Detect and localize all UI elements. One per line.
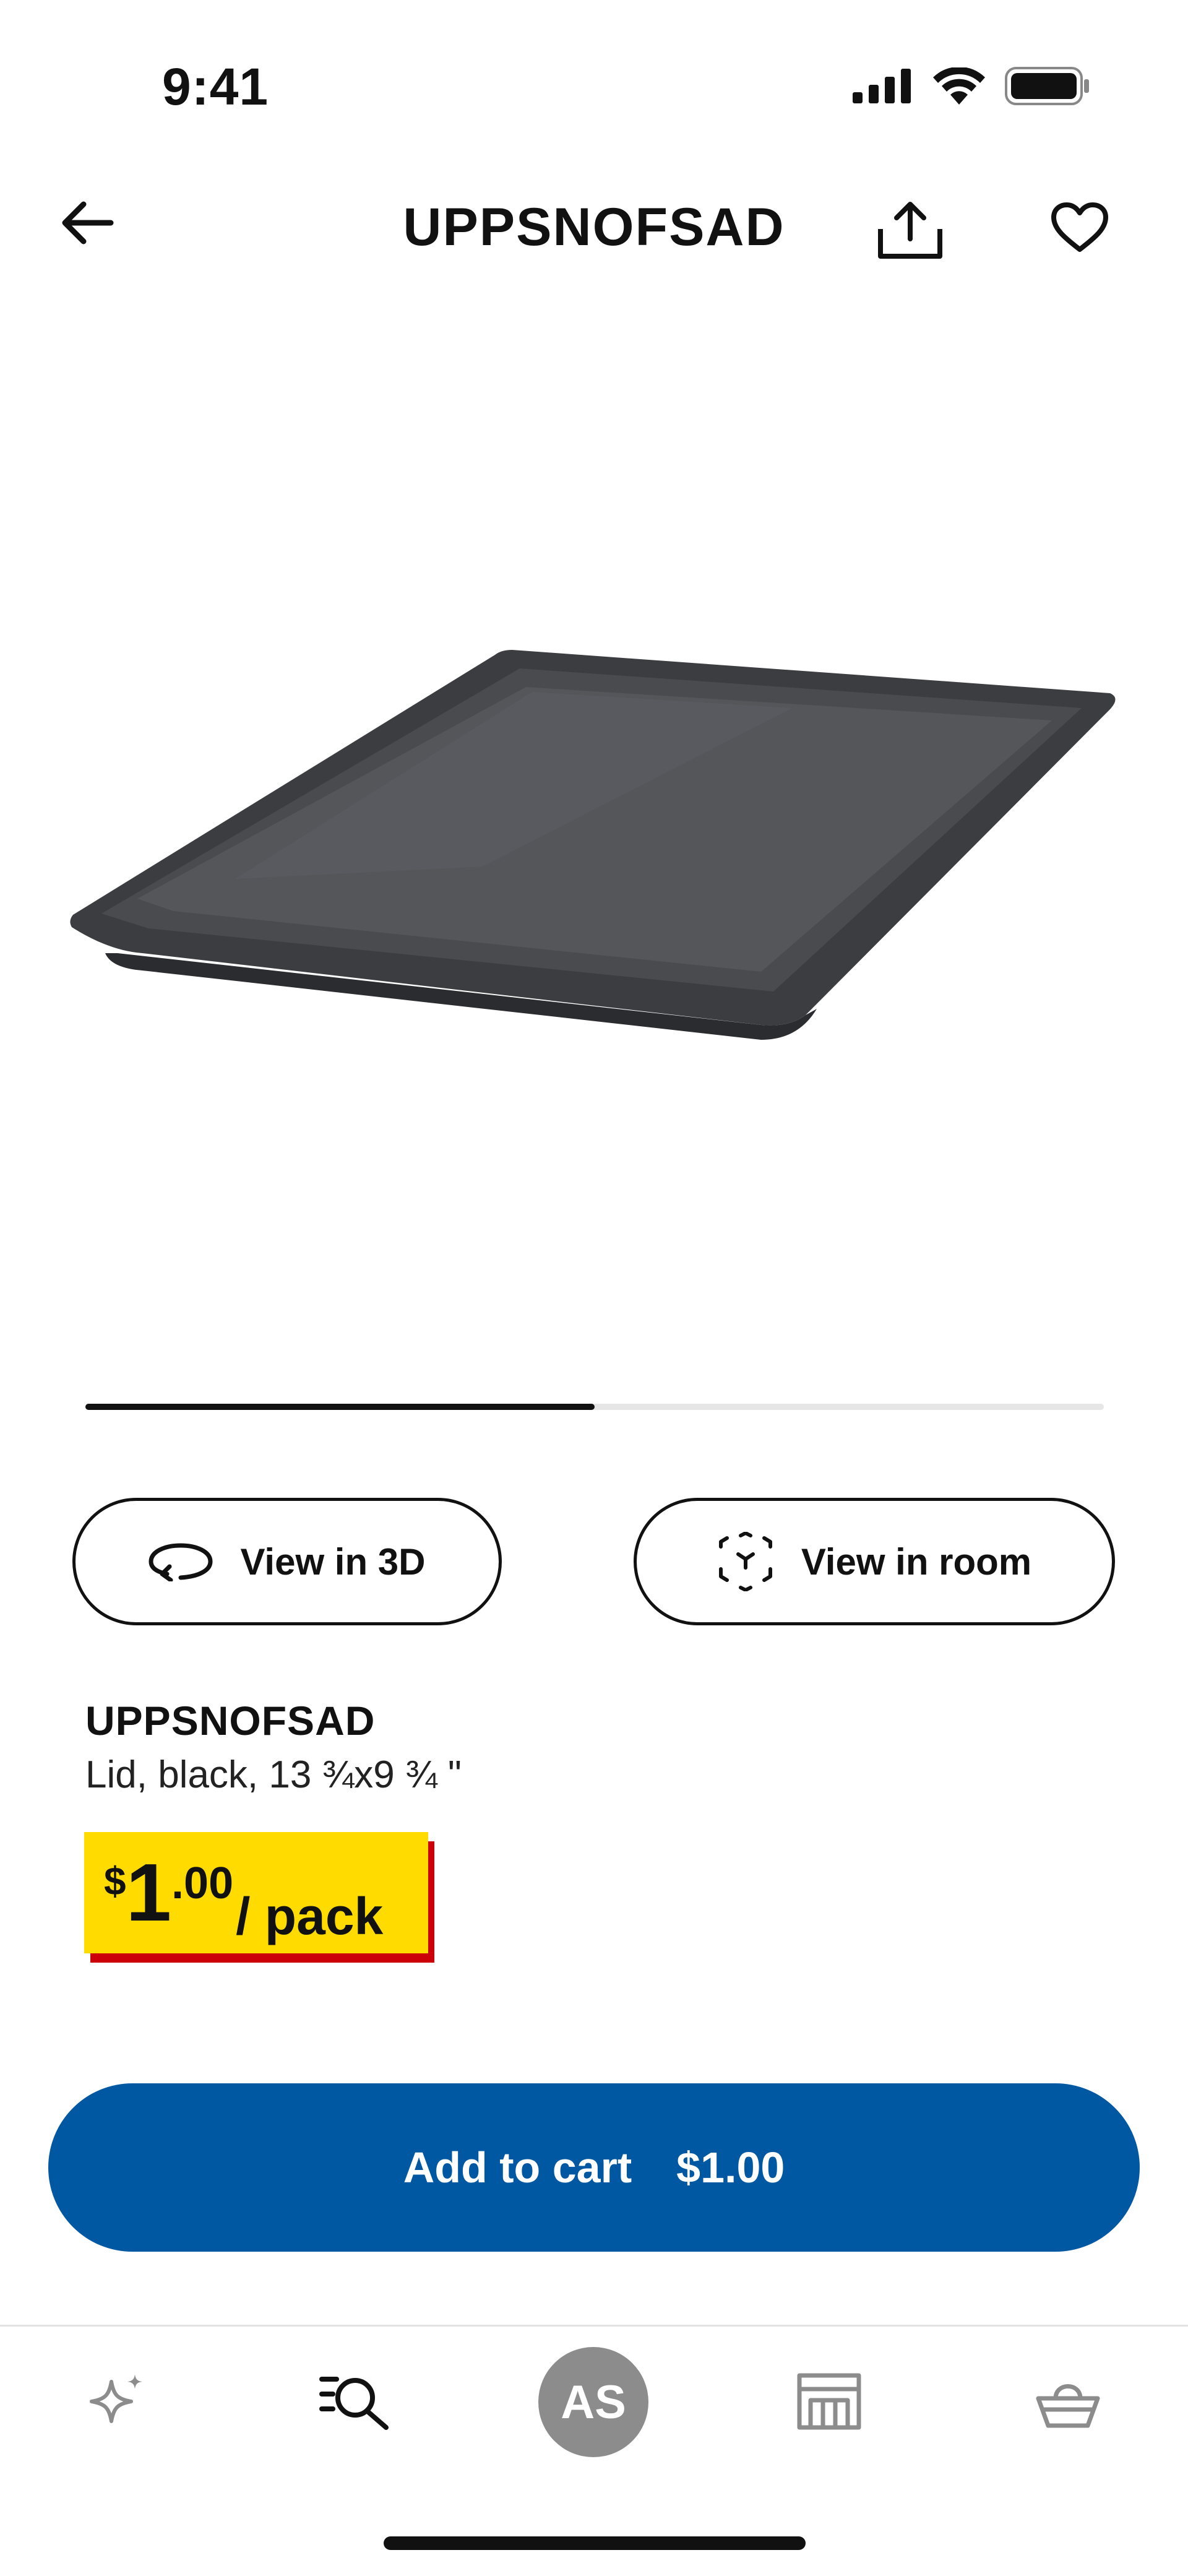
view-in-3d-label: View in 3D: [240, 1541, 426, 1583]
page-title: UPPSNOFSAD: [403, 197, 785, 257]
nav-cart[interactable]: [1006, 2352, 1130, 2451]
product-name: UPPSNOFSAD: [85, 1698, 376, 1744]
rotate-3d-icon: [148, 1543, 213, 1581]
add-to-cart-label: Add to cart: [403, 2143, 632, 2192]
price-decimal: .00: [171, 1859, 234, 1908]
nav-search[interactable]: [293, 2352, 417, 2451]
search-list-icon: [319, 2377, 389, 2430]
basket-icon: [1036, 2384, 1100, 2428]
status-time: 9:41: [162, 58, 269, 116]
price-unit: / pack: [236, 1887, 384, 1945]
price-currency: $: [104, 1859, 126, 1903]
battery-icon: [1005, 67, 1089, 105]
avatar[interactable]: AS: [538, 2347, 648, 2457]
add-to-cart-price: $1.00: [676, 2143, 785, 2192]
share-icon: [878, 202, 942, 259]
store-icon: [797, 2373, 861, 2430]
favorite-button[interactable]: [1046, 197, 1114, 259]
price-integer: 1: [126, 1847, 172, 1938]
product-description: Lid, black, 13 ¾x9 ¾ ": [85, 1753, 462, 1796]
wifi-icon: [933, 67, 985, 105]
bottom-nav-divider: [0, 2325, 1188, 2327]
status-icons: [853, 67, 1089, 105]
image-carousel-progress: [85, 1404, 1104, 1410]
price: $ 1 .00 / pack: [104, 1852, 383, 1947]
baking-tray-image: [70, 650, 1116, 1040]
view-in-3d-button[interactable]: View in 3D: [72, 1498, 502, 1625]
signal-icon: [853, 69, 911, 103]
share-button[interactable]: [874, 199, 947, 261]
view-in-room-label: View in room: [801, 1541, 1032, 1583]
add-to-cart-button[interactable]: Add to cart $1.00: [48, 2083, 1140, 2252]
nav-inspiration[interactable]: [56, 2352, 179, 2451]
avatar-initials: AS: [561, 2375, 626, 2429]
view-in-room-button[interactable]: View in room: [634, 1498, 1115, 1625]
progress-fill: [85, 1404, 595, 1410]
home-indicator[interactable]: [384, 2536, 806, 2550]
product-image[interactable]: [50, 607, 1138, 1065]
sparkle-icon: [90, 2374, 142, 2423]
heart-icon: [1051, 202, 1108, 252]
ar-cube-icon: [718, 1532, 772, 1591]
nav-stores[interactable]: [767, 2352, 891, 2451]
